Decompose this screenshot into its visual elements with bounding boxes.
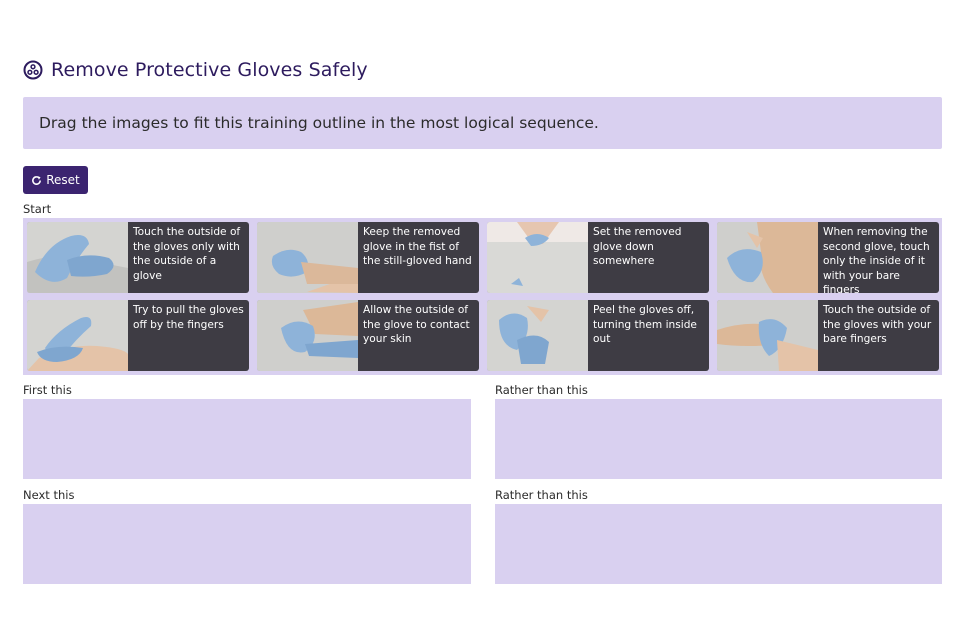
drop-zone-first[interactable] xyxy=(23,399,471,479)
draggable-card[interactable]: Keep the removed glove in the fist of th… xyxy=(257,222,479,293)
reset-button[interactable]: Reset xyxy=(23,166,88,194)
card-caption: Set the removed glove down somewhere xyxy=(593,226,682,267)
refresh-icon xyxy=(32,175,42,185)
instructions-banner: Drag the images to fit this training out… xyxy=(23,97,942,149)
draggable-card[interactable]: Allow the outside of the glove to contac… xyxy=(257,300,479,371)
instructions-text: Drag the images to fit this training out… xyxy=(39,114,599,132)
page-header: Remove Protective Gloves Safely xyxy=(23,58,368,82)
card-image xyxy=(487,222,588,293)
draggable-card[interactable]: When removing the second glove, touch on… xyxy=(717,222,939,293)
zone-label-first: First this xyxy=(23,383,72,397)
card-image xyxy=(27,300,128,371)
draggable-card[interactable]: Touch the outside of the gloves only wit… xyxy=(27,222,249,293)
card-image xyxy=(717,222,818,293)
zone-label-rather-1: Rather than this xyxy=(495,383,588,397)
reset-label: Reset xyxy=(46,173,80,187)
draggable-card[interactable]: Try to pull the gloves off by the finger… xyxy=(27,300,249,371)
draggable-card[interactable]: Set the removed glove down somewhere xyxy=(487,222,709,293)
card-caption: Peel the gloves off, turning them inside… xyxy=(593,304,697,345)
card-caption: Try to pull the gloves off by the finger… xyxy=(133,304,244,331)
drop-zone-next[interactable] xyxy=(23,504,471,584)
card-caption: Touch the outside of the gloves with you… xyxy=(823,304,932,345)
drop-zone-rather-2[interactable] xyxy=(495,504,942,584)
drop-zone-rather-1[interactable] xyxy=(495,399,942,479)
zone-label-rather-2: Rather than this xyxy=(495,488,588,502)
draggable-card[interactable]: Touch the outside of the gloves with you… xyxy=(717,300,939,371)
card-caption: Touch the outside of the gloves only wit… xyxy=(133,226,241,282)
page-title: Remove Protective Gloves Safely xyxy=(51,59,368,81)
card-caption: When removing the second glove, touch on… xyxy=(823,226,930,293)
activity-icon xyxy=(23,60,43,80)
card-caption: Allow the outside of the glove to contac… xyxy=(363,304,470,345)
card-image xyxy=(27,222,128,293)
zone-label-next: Next this xyxy=(23,488,75,502)
card-caption: Keep the removed glove in the fist of th… xyxy=(363,226,472,267)
card-image xyxy=(487,300,588,371)
card-image xyxy=(257,300,358,371)
card-image xyxy=(257,222,358,293)
draggable-card[interactable]: Peel the gloves off, turning them inside… xyxy=(487,300,709,371)
start-label: Start xyxy=(23,202,52,216)
card-image xyxy=(717,300,818,371)
